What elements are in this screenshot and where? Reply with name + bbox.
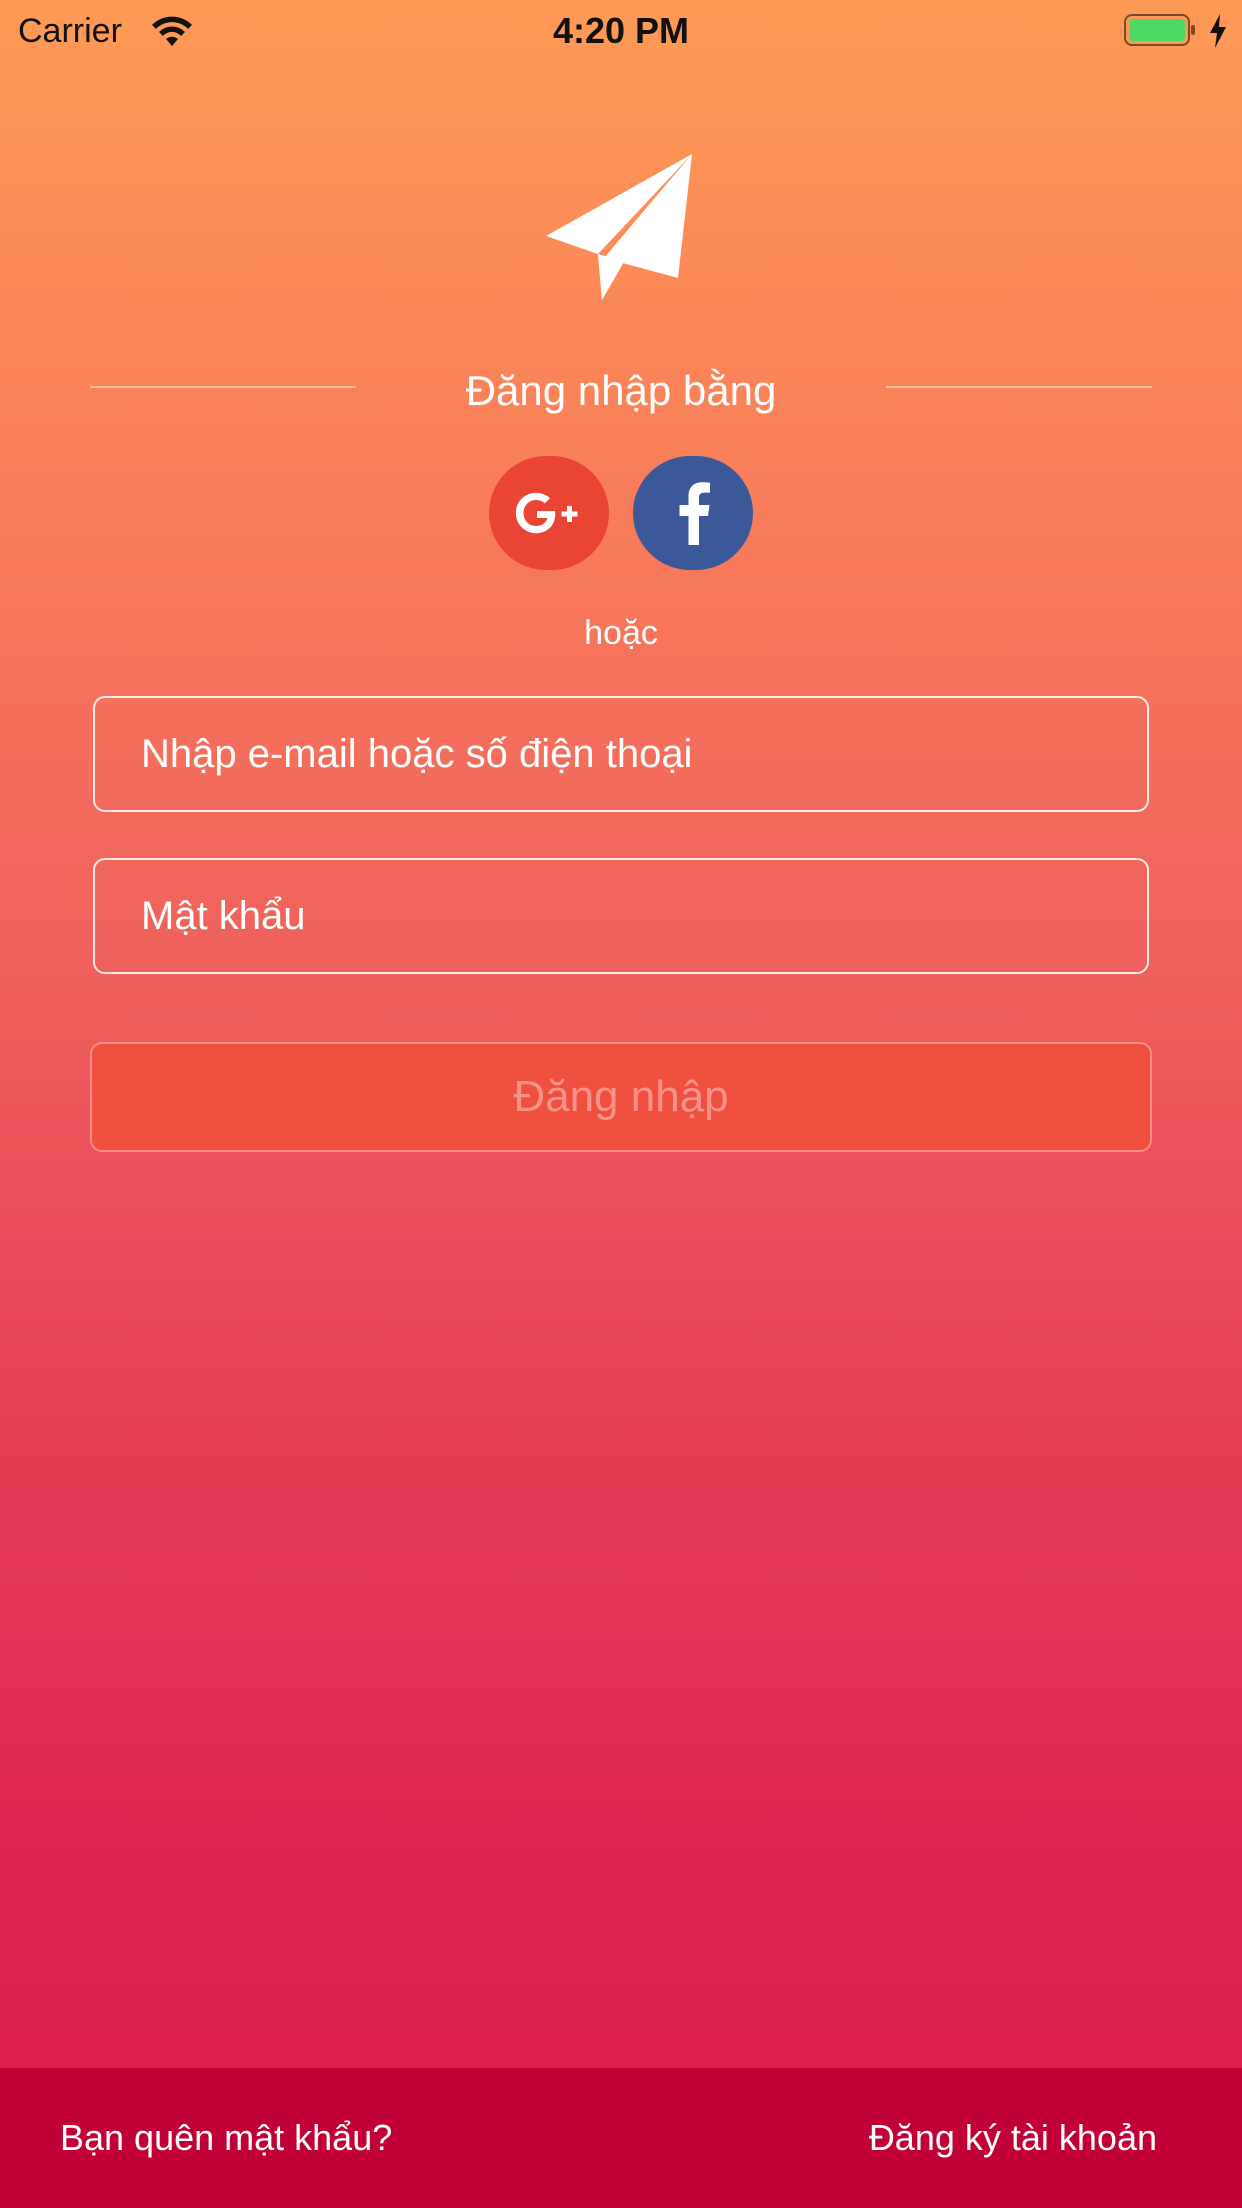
facebook-login-button[interactable] bbox=[633, 456, 753, 570]
facebook-icon bbox=[679, 482, 710, 545]
battery-icon bbox=[1124, 14, 1195, 46]
charging-bolt-icon bbox=[1210, 14, 1226, 48]
email-field[interactable] bbox=[93, 696, 1149, 812]
or-separator: hoặc bbox=[584, 614, 658, 652]
google-login-button[interactable] bbox=[489, 456, 609, 570]
forgot-password-link[interactable]: Bạn quên mật khẩu? bbox=[60, 2116, 392, 2160]
status-bar: Carrier 4:20 PM bbox=[0, 0, 1242, 62]
paper-plane-icon bbox=[546, 154, 692, 300]
clock: 4:20 PM bbox=[552, 10, 690, 51]
login-button[interactable]: Đăng nhập bbox=[90, 1042, 1152, 1152]
google-plus-icon bbox=[515, 492, 578, 534]
login-screen: Carrier 4:20 PM Đăng nhập bằng hoặc Nhập… bbox=[0, 0, 1242, 2208]
footer-bar: Bạn quên mật khẩu? Đăng ký tài khoản bbox=[0, 2068, 1242, 2208]
social-login-heading: Đăng nhập bằng bbox=[465, 367, 777, 414]
divider-right bbox=[886, 386, 1152, 388]
password-field[interactable] bbox=[93, 858, 1149, 974]
register-link[interactable]: Đăng ký tài khoản bbox=[869, 2116, 1157, 2160]
